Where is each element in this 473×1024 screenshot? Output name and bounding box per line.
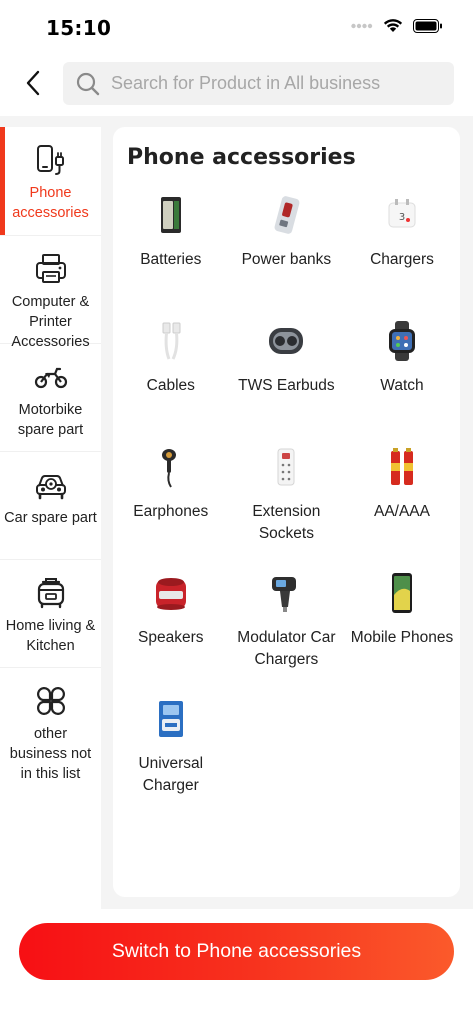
sidebar-item-label: Home living & Kitchen [5,618,96,654]
subcategory-chargers[interactable]: 3 Chargers [344,193,460,319]
car-icon [34,468,68,502]
subcategory-label: Power banks [241,251,332,268]
sidebar-item-label: Computer & Printer Accessories [11,294,90,350]
subcategory-label: Chargers [370,251,434,268]
mobile-phone-image [380,571,424,615]
earphones-image [149,445,193,489]
cable-image [149,319,193,363]
sidebar-item-car-spare[interactable]: Car spare part [0,452,101,560]
back-button[interactable] [18,66,48,100]
subcategory-speakers[interactable]: Speakers [113,571,229,697]
wifi-icon [383,19,403,32]
svg-text:3: 3 [399,212,405,223]
subcategory-label: Universal Charger [138,755,204,794]
status-icons [351,18,443,33]
subcategory-modulator-car-chargers[interactable]: Modulator Car Chargers [229,571,345,697]
universal-charger-image [149,697,193,741]
subcategory-label: Earphones [133,503,209,520]
category-sidebar: Phone accessories Computer & Printer Acc… [0,127,101,909]
subcategory-label: Cables [146,377,195,394]
extension-socket-image [264,445,308,489]
subcategory-label: Extension Sockets [252,503,321,542]
search-input[interactable] [111,73,431,94]
subcategory-aa-aaa[interactable]: AA/AAA [344,445,460,571]
subcategory-label: AA/AAA [373,503,430,520]
sidebar-item-label: other business not in this list [9,726,92,782]
subcategory-watch[interactable]: Watch [344,319,460,445]
search-box[interactable] [63,62,454,105]
sidebar-item-phone-accessories[interactable]: Phone accessories [0,127,101,236]
speaker-image [149,571,193,615]
bottom-bar: Switch to Phone accessories [0,909,473,1024]
subcategory-mobile-phones[interactable]: Mobile Phones [344,571,460,697]
earbuds-image [264,319,308,363]
subcategory-label: Speakers [138,629,204,646]
subcategory-label: Mobile Phones [350,629,454,646]
subcategory-panel: Phone accessories Batteries Power banks … [113,127,460,897]
clover-icon [34,684,68,718]
sidebar-item-computer-printer[interactable]: Computer & Printer Accessories [0,236,101,350]
status-time: 15:10 [46,16,112,40]
battery-icon [413,18,442,33]
sidebar-item-label: Motorbike spare part [17,402,84,438]
battery-image [149,193,193,237]
subcategory-batteries[interactable]: Batteries [113,193,229,319]
subcategory-label: Batteries [140,251,202,268]
charger-image: 3 [380,193,424,237]
cooker-icon [34,576,68,610]
subcategory-label: Watch [380,377,424,394]
signal-icon [351,23,373,28]
subcategory-universal-charger[interactable]: Universal Charger [113,697,229,823]
phone-charger-icon [34,143,68,177]
printer-icon [34,252,68,286]
powerbank-image [264,193,308,237]
subcategory-cables[interactable]: Cables [113,319,229,445]
car-charger-image [264,571,308,615]
subcategory-earphones[interactable]: Earphones [113,445,229,571]
subcategory-label: TWS Earbuds [238,377,335,394]
switch-business-button[interactable]: Switch to Phone accessories [19,923,454,980]
header [0,54,473,116]
watch-image [380,319,424,363]
motorbike-icon [34,360,68,394]
subcategory-grid: Batteries Power banks 3 Chargers Cables … [113,193,460,823]
sidebar-item-motorbike[interactable]: Motorbike spare part [0,344,101,452]
sidebar-item-label: Car spare part [4,510,97,526]
status-bar: 15:10 [0,0,473,54]
subcategory-label: Modulator Car Chargers [237,629,336,668]
sidebar-item-other-business[interactable]: other business not in this list [0,668,101,788]
page-title: Phone accessories [127,145,356,170]
search-icon [75,71,101,97]
subcategory-extension-sockets[interactable]: Extension Sockets [229,445,345,571]
subcategory-power-banks[interactable]: Power banks [229,193,345,319]
subcategory-tws-earbuds[interactable]: TWS Earbuds [229,319,345,445]
sidebar-item-home-kitchen[interactable]: Home living & Kitchen [0,560,101,668]
aa-batteries-image [380,445,424,489]
sidebar-item-label: Phone accessories [12,185,89,221]
chevron-left-icon [26,70,40,96]
